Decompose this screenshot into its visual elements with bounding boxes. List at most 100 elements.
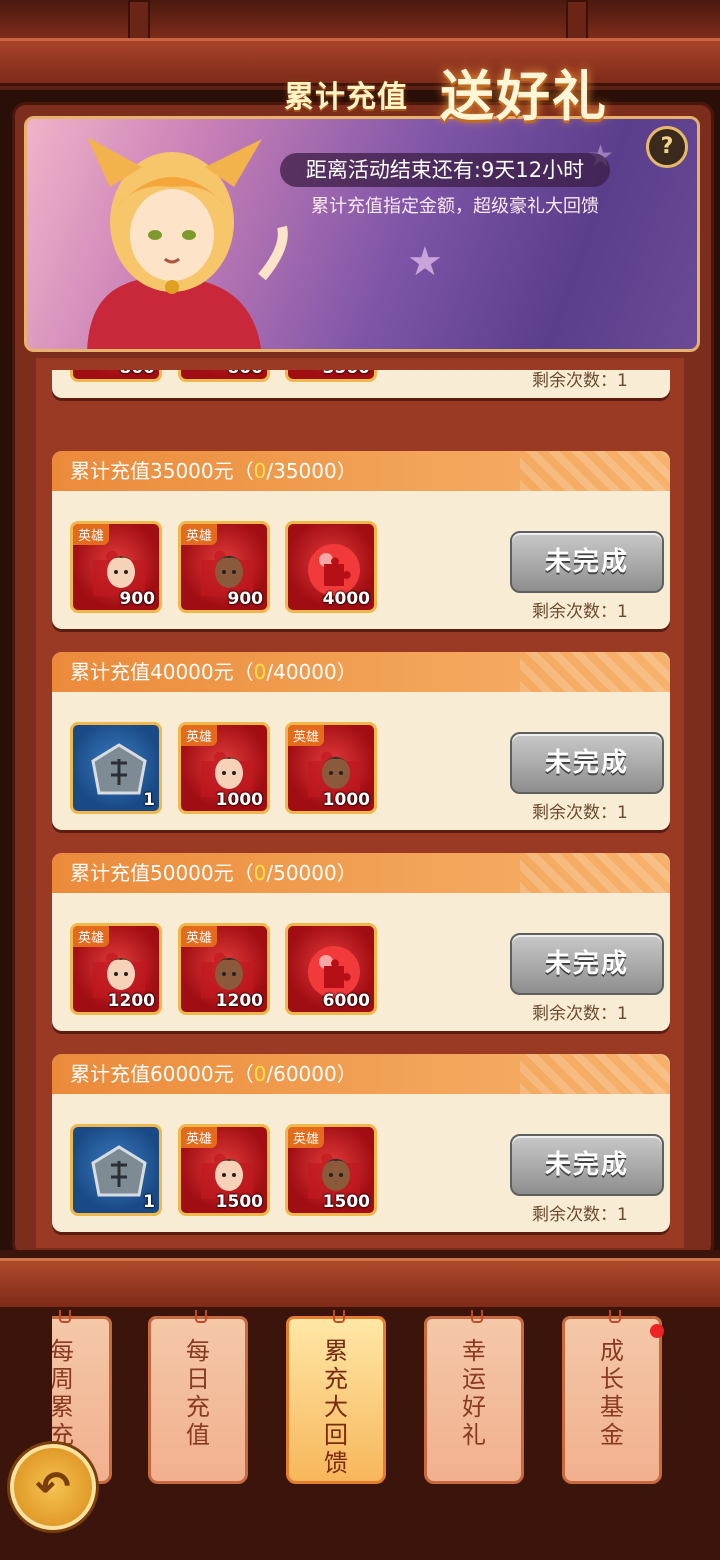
reward-item-hero-puzzle-girl[interactable]: 英雄 1200	[70, 923, 162, 1015]
tab-strip[interactable]: 每周累充每日充值累充大回馈幸运好礼成长基金	[52, 1310, 664, 1495]
tab-label-char: 充	[324, 1365, 348, 1393]
hanging-ring	[333, 1310, 345, 1323]
item-quantity: 1000	[215, 790, 263, 810]
tab-label-char: 成	[600, 1337, 624, 1365]
hero-tag: 英雄	[181, 1127, 218, 1148]
tab-label-char: 基	[600, 1393, 624, 1421]
reward-list[interactable]: 8008003500剩余次数：1累计充值35000元（0/35000）英雄900…	[52, 370, 670, 1250]
tab-label: 累充大回馈	[289, 1337, 383, 1477]
tab-label-char: 长	[600, 1365, 624, 1393]
item-quantity: 1	[143, 790, 155, 810]
hero-tag: 英雄	[181, 926, 218, 947]
reward-item-hero-puzzle-man[interactable]: 800	[178, 370, 270, 382]
reward-card: 累计充值50000元（0/50000） 英雄 1200 英雄 1200 6000 未完成剩余…	[52, 853, 670, 1031]
tab-label-char: 周	[52, 1365, 74, 1393]
reward-item-hero-puzzle-girl[interactable]: 800	[70, 370, 162, 382]
notification-dot	[650, 1324, 664, 1338]
help-icon[interactable]: ?	[646, 126, 688, 168]
card-title: 累计充值40000元（	[70, 660, 254, 684]
claim-button[interactable]: 未完成	[510, 1134, 664, 1196]
tab-label-char: 大	[324, 1393, 348, 1421]
hanging-ring	[59, 1310, 71, 1323]
card-title: 累计充值50000元（	[70, 861, 254, 885]
claim-button[interactable]: 未完成	[510, 933, 664, 995]
banner-subtitle: 累计充值指定金额，超级豪礼大回馈	[311, 196, 599, 217]
reward-item-hero-puzzle-girl[interactable]: 英雄 1500	[178, 1124, 270, 1216]
progress-current: 0	[253, 660, 267, 684]
progress-target: /35000）	[266, 459, 357, 483]
tab-label-char: 金	[600, 1421, 624, 1449]
tab-label-char: 充	[186, 1393, 210, 1421]
tab-label: 幸运好礼	[427, 1337, 521, 1449]
card-title: 累计充值60000元（	[70, 1062, 254, 1086]
claim-button[interactable]: 未完成	[510, 531, 664, 593]
item-quantity: 900	[119, 589, 156, 609]
tab-2[interactable]: 累充大回馈	[286, 1310, 386, 1484]
tab-label-char: 值	[186, 1421, 210, 1449]
item-quantity: 900	[227, 589, 264, 609]
reward-card: 累计充值60000元（0/60000） 1 英雄 1500 英雄 1500 未完成剩余次数：…	[52, 1054, 670, 1232]
progress-current: 0	[253, 861, 267, 885]
reward-item-hero-puzzle-man[interactable]: 英雄 900	[178, 521, 270, 613]
hero-tag: 英雄	[181, 725, 218, 746]
tab-1[interactable]: 每日充值	[148, 1310, 248, 1484]
progress-target: /60000）	[266, 1062, 357, 1086]
hero-tag: 英雄	[181, 524, 218, 545]
item-quantity: 1500	[322, 1192, 370, 1212]
tab-label: 每日充值	[151, 1337, 245, 1449]
progress-current: 0	[253, 459, 267, 483]
reward-item-hero-puzzle-girl[interactable]: 英雄 1000	[178, 722, 270, 814]
progress-target: /50000）	[266, 861, 357, 885]
card-header: 累计充值50000元（0/50000）	[52, 853, 670, 893]
hero-girl-illustration	[87, 137, 288, 349]
bottom-beam	[0, 1258, 720, 1310]
hero-tag: 英雄	[73, 524, 110, 545]
item-quantity: 1500	[215, 1192, 263, 1212]
hanging-ring	[195, 1310, 207, 1323]
card-header: 累计充值40000元（0/40000）	[52, 652, 670, 692]
tab-label-char: 回	[324, 1421, 348, 1449]
item-quantity: 6000	[322, 991, 370, 1011]
remaining-count: 剩余次数：1	[532, 803, 628, 823]
tab-label-char: 累	[324, 1337, 348, 1365]
card-header: 累计充值60000元（0/60000）	[52, 1054, 670, 1094]
reward-item-puzzle-orb[interactable]: 6000	[285, 923, 377, 1015]
reward-item-hero-puzzle-man[interactable]: 英雄 1200	[178, 923, 270, 1015]
reward-item-puzzle-orb[interactable]: 4000	[285, 521, 377, 613]
tab-label: 成长基金	[565, 1337, 659, 1449]
remaining-count: 剩余次数：1	[532, 371, 628, 391]
event-banner: ★ ★	[24, 116, 700, 352]
hero-tag: 英雄	[73, 926, 110, 947]
reward-item-puzzle-orb[interactable]: 3500	[285, 370, 377, 382]
tab-label-char: 运	[462, 1365, 486, 1393]
tab-label-char: 累	[52, 1393, 74, 1421]
tab-label-char: 每	[52, 1337, 74, 1365]
item-quantity: 1200	[107, 991, 155, 1011]
remaining-count: 剩余次数：1	[532, 1205, 628, 1225]
hanging-ring	[471, 1310, 483, 1323]
reward-item-hero-puzzle-girl[interactable]: 英雄 900	[70, 521, 162, 613]
remaining-count: 剩余次数：1	[532, 1004, 628, 1024]
tab-label-char: 每	[186, 1337, 210, 1365]
hero-tag: 英雄	[288, 725, 325, 746]
tab-label-char: 幸	[462, 1337, 486, 1365]
progress-target: /40000）	[266, 660, 357, 684]
banner-title-big: 送好礼	[440, 65, 608, 128]
item-quantity: 4000	[322, 589, 370, 609]
tab-3[interactable]: 幸运好礼	[424, 1310, 524, 1484]
hero-tag: 英雄	[288, 1127, 325, 1148]
claim-button[interactable]: 未完成	[510, 732, 664, 794]
tab-label-char: 日	[186, 1365, 210, 1393]
reward-item-stone-badge[interactable]: 1	[70, 722, 162, 814]
header-pattern	[520, 451, 670, 491]
reward-item-stone-badge[interactable]: 1	[70, 1124, 162, 1216]
reward-item-hero-puzzle-man[interactable]: 英雄 1500	[285, 1124, 377, 1216]
tab-4[interactable]: 成长基金	[562, 1310, 662, 1484]
item-quantity: 800	[228, 370, 264, 378]
item-quantity: 1200	[215, 991, 263, 1011]
back-arrow-icon[interactable]: ↶	[10, 1444, 96, 1530]
item-quantity: 3500	[323, 370, 370, 378]
tab-label-char: 礼	[462, 1421, 486, 1449]
remaining-count: 剩余次数：1	[532, 602, 628, 622]
reward-item-hero-puzzle-man[interactable]: 英雄 1000	[285, 722, 377, 814]
